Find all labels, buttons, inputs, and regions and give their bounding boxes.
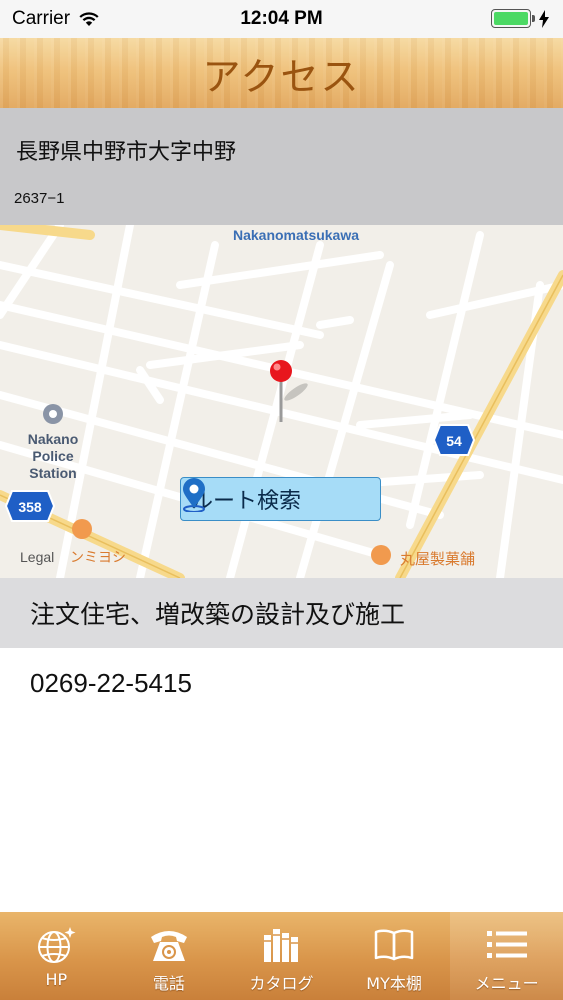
- screen: Carrier 12:04 PM アクセス 長野県中野市大字中野 2637−1: [0, 0, 563, 1000]
- telephone-icon: [150, 931, 187, 961]
- address-line-1: 長野県中野市大字中野: [16, 140, 237, 165]
- tab-catalog[interactable]: カタログ: [225, 912, 338, 1000]
- tab-bar: HP 電話 カタログ MY本棚 メニュー: [0, 912, 563, 1000]
- status-time: 12:04 PM: [240, 8, 323, 29]
- route-search-button[interactable]: ルート検索: [180, 477, 381, 521]
- map-label-police-3: Station: [29, 465, 76, 481]
- menu-list-icon: [486, 931, 527, 958]
- battery-indicator: [491, 9, 549, 28]
- battery-icon: [491, 9, 531, 28]
- tab-phone[interactable]: 電話: [113, 912, 226, 1000]
- map-label-police-1: Nakano: [28, 431, 79, 447]
- page-title: アクセス: [202, 54, 361, 99]
- address-line-2: 2637−1: [14, 190, 65, 207]
- map-label-police-2: Police: [32, 448, 73, 464]
- charging-bolt-icon: [539, 9, 549, 28]
- map-view[interactable]: Nakanomatsukawa Nakano Police Station 35…: [0, 225, 563, 578]
- tab-my-bookshelf[interactable]: MY本棚: [338, 912, 451, 1000]
- map-label-district: Nakanomatsukawa: [233, 227, 359, 243]
- tab-label-phone: 電話: [152, 974, 185, 993]
- map-label-shop-1: ンミヨシ: [70, 550, 126, 566]
- tab-label-menu: メニュー: [474, 974, 539, 993]
- map-canvas: Nakanomatsukawa Nakano Police Station 35…: [0, 225, 563, 578]
- tab-label-my-bookshelf: MY本棚: [366, 974, 422, 993]
- open-book-icon: [374, 929, 414, 961]
- address-panel: 長野県中野市大字中野 2637−1: [0, 108, 563, 225]
- page-header: アクセス: [0, 38, 563, 108]
- phone-number[interactable]: 0269-22-5415: [30, 668, 192, 699]
- tab-menu[interactable]: メニュー: [450, 912, 563, 1000]
- status-bar: Carrier 12:04 PM: [0, 0, 563, 38]
- business-description-panel: 注文住宅、増改築の設計及び施工: [0, 578, 563, 648]
- police-station-icon: [43, 404, 63, 424]
- route-search-label: ルート検索: [191, 489, 302, 514]
- globe-icon: [38, 927, 76, 963]
- tab-label-catalog: カタログ: [249, 974, 314, 993]
- business-description: 注文住宅、増改築の設計及び施工: [30, 600, 406, 629]
- tab-hp[interactable]: HP: [0, 912, 113, 1000]
- route-358-label: 358: [18, 499, 42, 515]
- map-legal-link[interactable]: Legal: [20, 549, 54, 565]
- tab-label-hp: HP: [45, 970, 68, 989]
- map-marker-icon: [183, 478, 205, 512]
- catalog-books-icon: [264, 929, 299, 962]
- map-label-shop-2: 丸屋製菓舗: [400, 550, 475, 568]
- route-54-label: 54: [446, 433, 462, 449]
